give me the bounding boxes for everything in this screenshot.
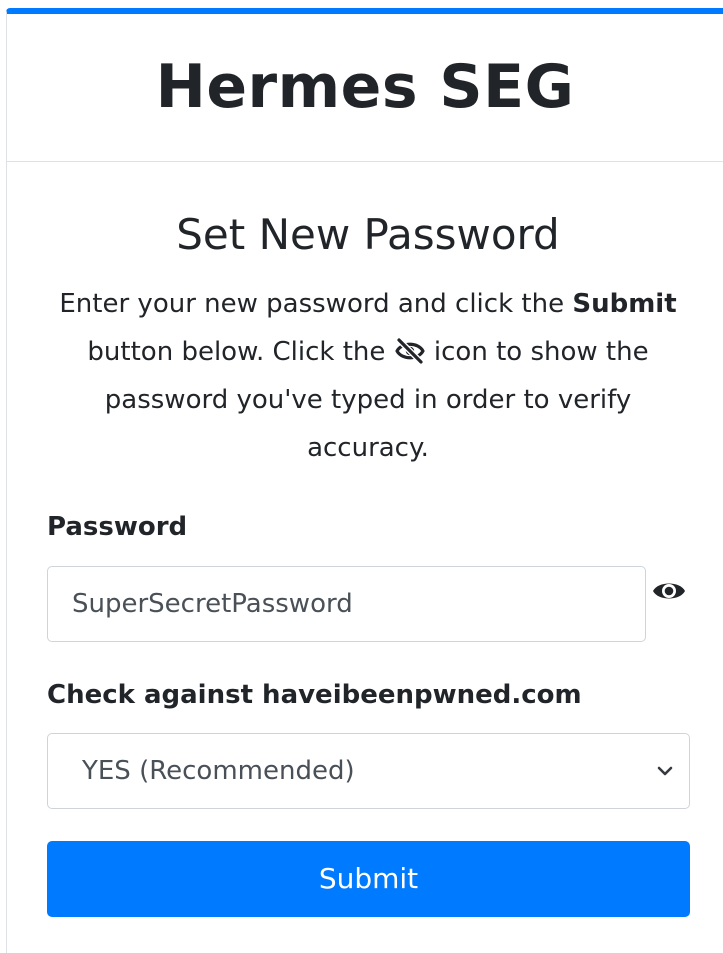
instructions-part1: Enter your new password and click the bbox=[59, 289, 573, 320]
instructions-bold: Submit bbox=[572, 289, 677, 320]
page-title: Set New Password bbox=[176, 210, 560, 259]
instructions-text: Enter your new password and click the Su… bbox=[47, 280, 689, 472]
check-label: Check against haveibeenpwned.com bbox=[47, 679, 582, 710]
pwned-check-select[interactable]: YES (Recommended) bbox=[47, 732, 690, 809]
instructions-part2: button below. Click the bbox=[87, 337, 394, 368]
card-body: Set New Password Enter your new password… bbox=[7, 210, 723, 917]
brand-title: Hermes SEG bbox=[155, 51, 575, 122]
password-row bbox=[47, 565, 689, 642]
chevron-down-icon bbox=[657, 766, 673, 776]
eye-icon[interactable] bbox=[650, 571, 689, 611]
eye-slash-icon bbox=[394, 332, 426, 366]
password-input[interactable] bbox=[47, 565, 646, 642]
card-header: Hermes SEG bbox=[7, 14, 723, 162]
login-card: Hermes SEG Set New Password Enter your n… bbox=[6, 8, 723, 953]
submit-button[interactable]: Submit bbox=[47, 840, 690, 917]
password-label: Password bbox=[47, 512, 188, 543]
select-value: YES (Recommended) bbox=[82, 755, 355, 786]
